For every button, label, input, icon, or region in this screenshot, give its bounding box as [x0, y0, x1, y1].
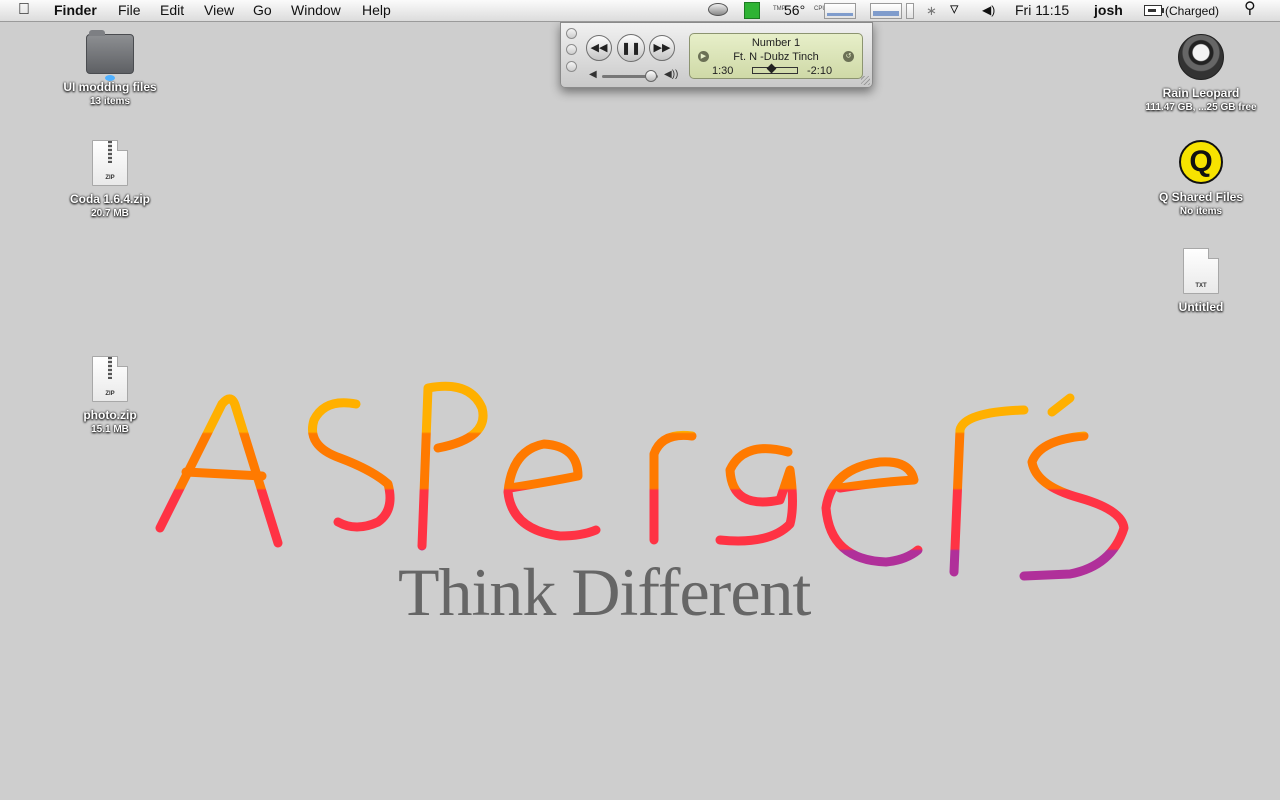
desktop-icon-untitled[interactable]: TXT Untitled — [1141, 248, 1261, 314]
icon-info: 20.7 MB — [91, 208, 129, 219]
teacup-icon[interactable] — [708, 3, 728, 16]
remaining-time: -2:10 — [807, 65, 833, 77]
wallpaper-tagline: Think Different — [398, 554, 811, 630]
letter-apostrophe — [1047, 393, 1075, 417]
battery-icon[interactable] — [1144, 5, 1164, 16]
menu-app-finder[interactable]: Finder — [54, 2, 97, 19]
elapsed-time: 1:30 — [712, 65, 734, 77]
battery-status[interactable]: (Charged) — [1165, 3, 1219, 20]
disk-activity-icon[interactable] — [744, 2, 760, 19]
temperature-readout[interactable]: 56° — [784, 2, 805, 19]
now-playing-display: Number 1 Ft. N -Dubz Tinch ▶ ↺ 1:30 -2:1… — [689, 33, 863, 79]
desktop-icon-coda-zip[interactable]: ZIP Coda 1.6.4.zip 20.7 MB — [50, 140, 170, 219]
playback-progress-bar[interactable] — [752, 63, 798, 74]
volume-icon[interactable]: ◀) — [982, 2, 995, 19]
wallpaper-lettering — [155, 381, 1129, 581]
cpu-meter-1[interactable] — [824, 3, 856, 19]
apple-menu-icon[interactable]:  — [18, 1, 30, 18]
icon-info: No items — [1179, 206, 1223, 217]
resize-grip-icon[interactable] — [861, 76, 870, 85]
zip-archive-icon: ZIP — [92, 356, 128, 402]
wifi-icon[interactable]: ▿ — [950, 0, 959, 17]
letter-s2 — [1019, 431, 1129, 581]
letter-e1 — [503, 439, 601, 541]
menu-window[interactable]: Window — [291, 2, 341, 19]
icon-label: Untitled — [1178, 300, 1224, 314]
menu-user[interactable]: josh — [1094, 2, 1123, 19]
letter-r2 — [949, 405, 1029, 577]
letter-s — [308, 398, 395, 532]
playback-progress-knob[interactable] — [766, 63, 777, 74]
menu-file[interactable]: File — [118, 2, 141, 19]
desktop-icon-q-shared-files[interactable]: Q Q Shared Files No items — [1141, 140, 1261, 217]
temp-label: TMP — [773, 6, 786, 12]
letter-p — [417, 381, 488, 551]
folder-icon — [86, 30, 134, 81]
mini-player-window: ◀◀ ❚❚ ▶▶ ◀ ◀)) Number 1 Ft. N -Dubz Tinc… — [560, 22, 873, 88]
pause-button[interactable]: ❚❚ — [617, 34, 645, 62]
menu-go[interactable]: Go — [253, 2, 272, 19]
snapback-icon[interactable]: ↺ — [843, 51, 854, 62]
icon-label: Rain Leopard — [1162, 86, 1240, 100]
text-file-icon: TXT — [1183, 248, 1219, 294]
desktop-icon-rain-leopard[interactable]: Rain Leopard 111.47 GB, ...25 GB free — [1141, 34, 1261, 113]
q-share-icon: Q — [1179, 140, 1223, 184]
menu-bar:  Finder File Edit View Go Window Help T… — [0, 0, 1280, 22]
icon-label: photo.zip — [83, 408, 137, 422]
cpu-label: CPU — [814, 6, 827, 12]
minimize-button[interactable] — [566, 44, 577, 55]
zoom-button[interactable] — [566, 61, 577, 72]
menu-help[interactable]: Help — [362, 2, 391, 19]
desktop-icon-photo-zip[interactable]: ZIP photo.zip 15.1 MB — [50, 356, 170, 435]
menu-edit[interactable]: Edit — [160, 2, 184, 19]
zip-archive-icon: ZIP — [92, 140, 128, 186]
track-info: Ft. N -Dubz Tinch — [733, 51, 819, 63]
display-mode-icon[interactable]: ▶ — [698, 51, 709, 62]
spotlight-search-icon[interactable]: ⚲ — [1244, 0, 1256, 17]
icon-label: Q Shared Files — [1158, 190, 1244, 204]
icon-label: Coda 1.6.4.zip — [69, 192, 151, 206]
letter-g — [715, 444, 797, 546]
cpu-meter-2[interactable] — [870, 3, 902, 19]
letter-r1 — [649, 430, 697, 545]
icon-info: 111.47 GB, ...25 GB free — [1145, 102, 1257, 113]
volume-high-icon: ◀)) — [664, 69, 679, 80]
menu-view[interactable]: View — [204, 2, 234, 19]
previous-track-button[interactable]: ◀◀ — [586, 35, 612, 61]
volume-slider-knob[interactable] — [645, 70, 657, 82]
bluetooth-icon[interactable]: ∗ — [926, 2, 937, 19]
icon-label: UI modding files — [63, 80, 157, 94]
letter-a-bar — [181, 467, 267, 481]
menu-clock[interactable]: Fri 11:15 — [1015, 2, 1069, 19]
close-button[interactable] — [566, 28, 577, 39]
memory-meter[interactable] — [906, 3, 914, 19]
next-track-button[interactable]: ▶▶ — [649, 35, 675, 61]
letter-e2 — [821, 457, 923, 567]
track-title: Number 1 — [751, 37, 801, 49]
icon-info: 15.1 MB — [91, 424, 129, 435]
volume-low-icon: ◀ — [589, 69, 597, 80]
icon-info: 13 items — [89, 96, 131, 107]
desktop-icon-ui-modding-files[interactable]: UI modding files 13 items — [50, 30, 170, 107]
hard-disk-icon — [1178, 34, 1224, 80]
